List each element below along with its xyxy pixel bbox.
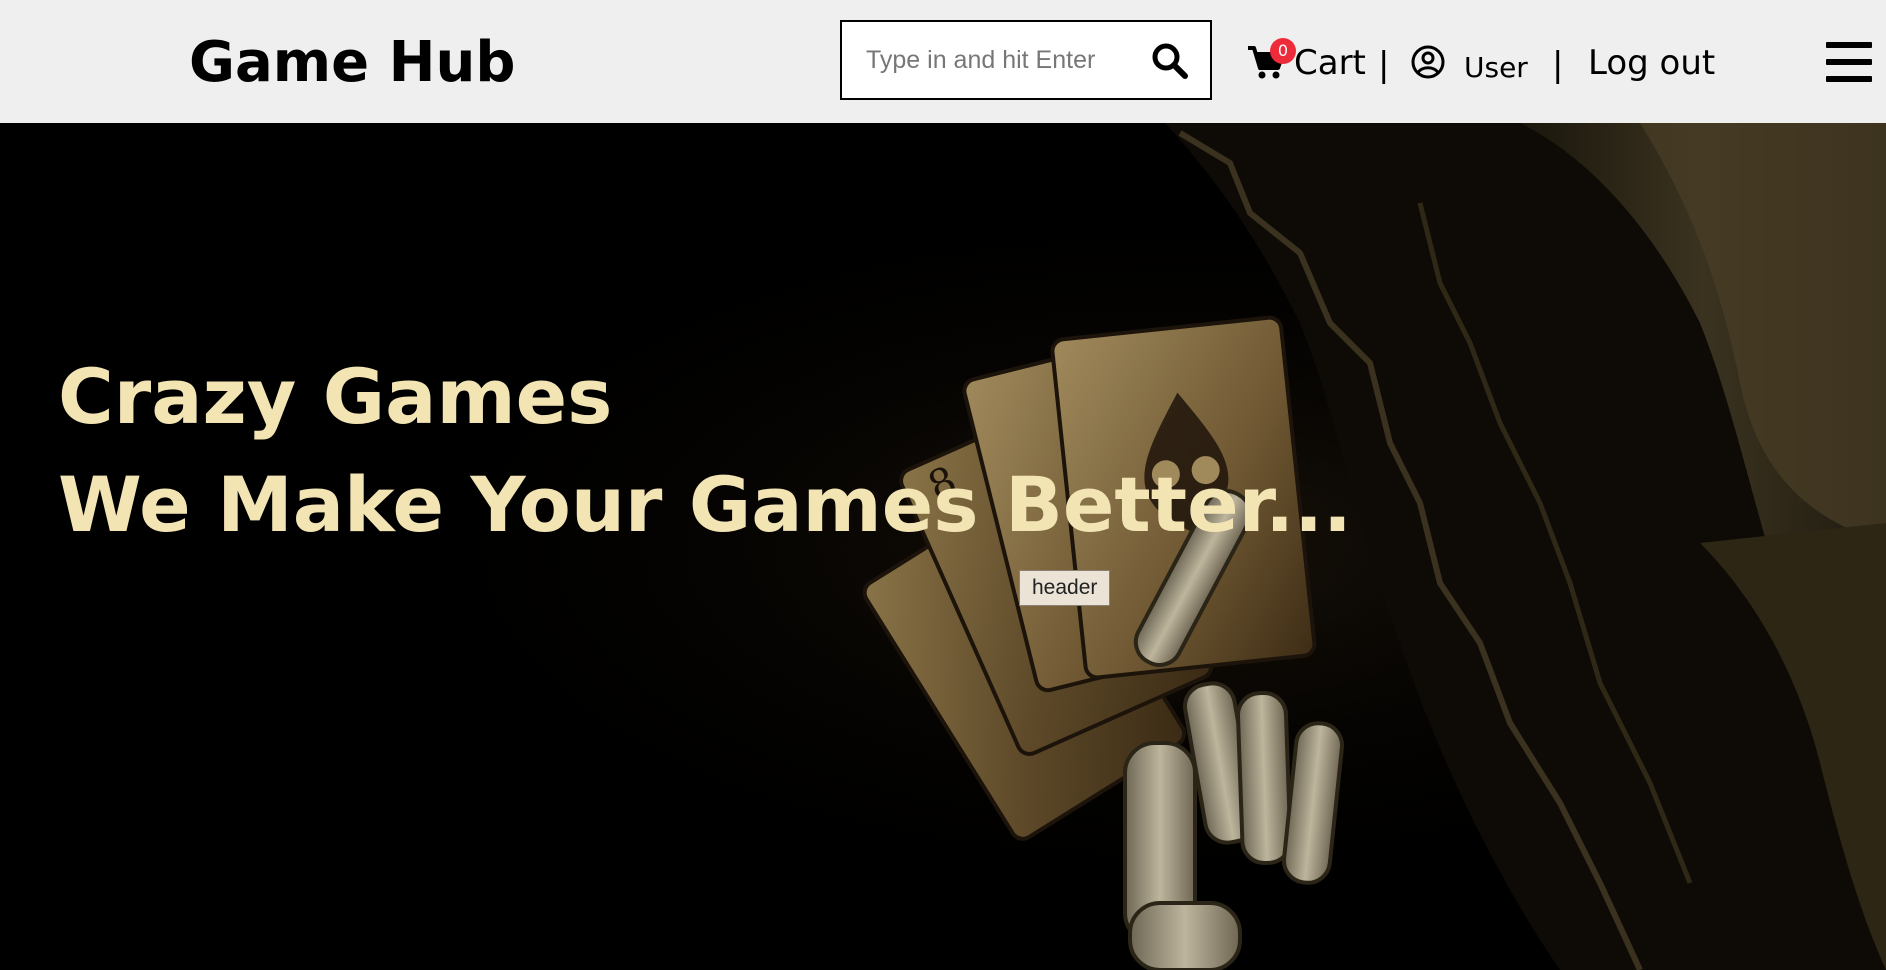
element-tooltip: header (1019, 570, 1111, 606)
hero-title: Crazy Games (58, 352, 613, 441)
menu-bar (1826, 76, 1872, 82)
cart-label: Cart (1294, 43, 1366, 83)
search-button[interactable] (1150, 41, 1190, 81)
nav-separator: | (1378, 45, 1390, 85)
search-icon (1152, 43, 1188, 79)
hero-banner: 8 Crazy Games We Make Your Games Better.… (0, 123, 1886, 970)
menu-bar (1826, 42, 1872, 48)
site-logo[interactable]: Game Hub (189, 28, 515, 98)
logout-link[interactable]: Log out (1588, 38, 1715, 88)
cart-count-badge: 0 (1270, 38, 1296, 64)
nav-separator: | (1552, 45, 1564, 85)
search-form (840, 20, 1212, 100)
search-input[interactable] (866, 40, 1136, 80)
hamburger-menu-icon[interactable] (1826, 42, 1872, 82)
user-label: User (1464, 51, 1528, 84)
user-circle-icon (1411, 45, 1445, 79)
hero-subtitle: We Make Your Games Better... (58, 460, 1352, 549)
top-navbar: Game Hub 0 Cart | User | Log out (0, 0, 1886, 123)
menu-bar (1826, 59, 1872, 65)
